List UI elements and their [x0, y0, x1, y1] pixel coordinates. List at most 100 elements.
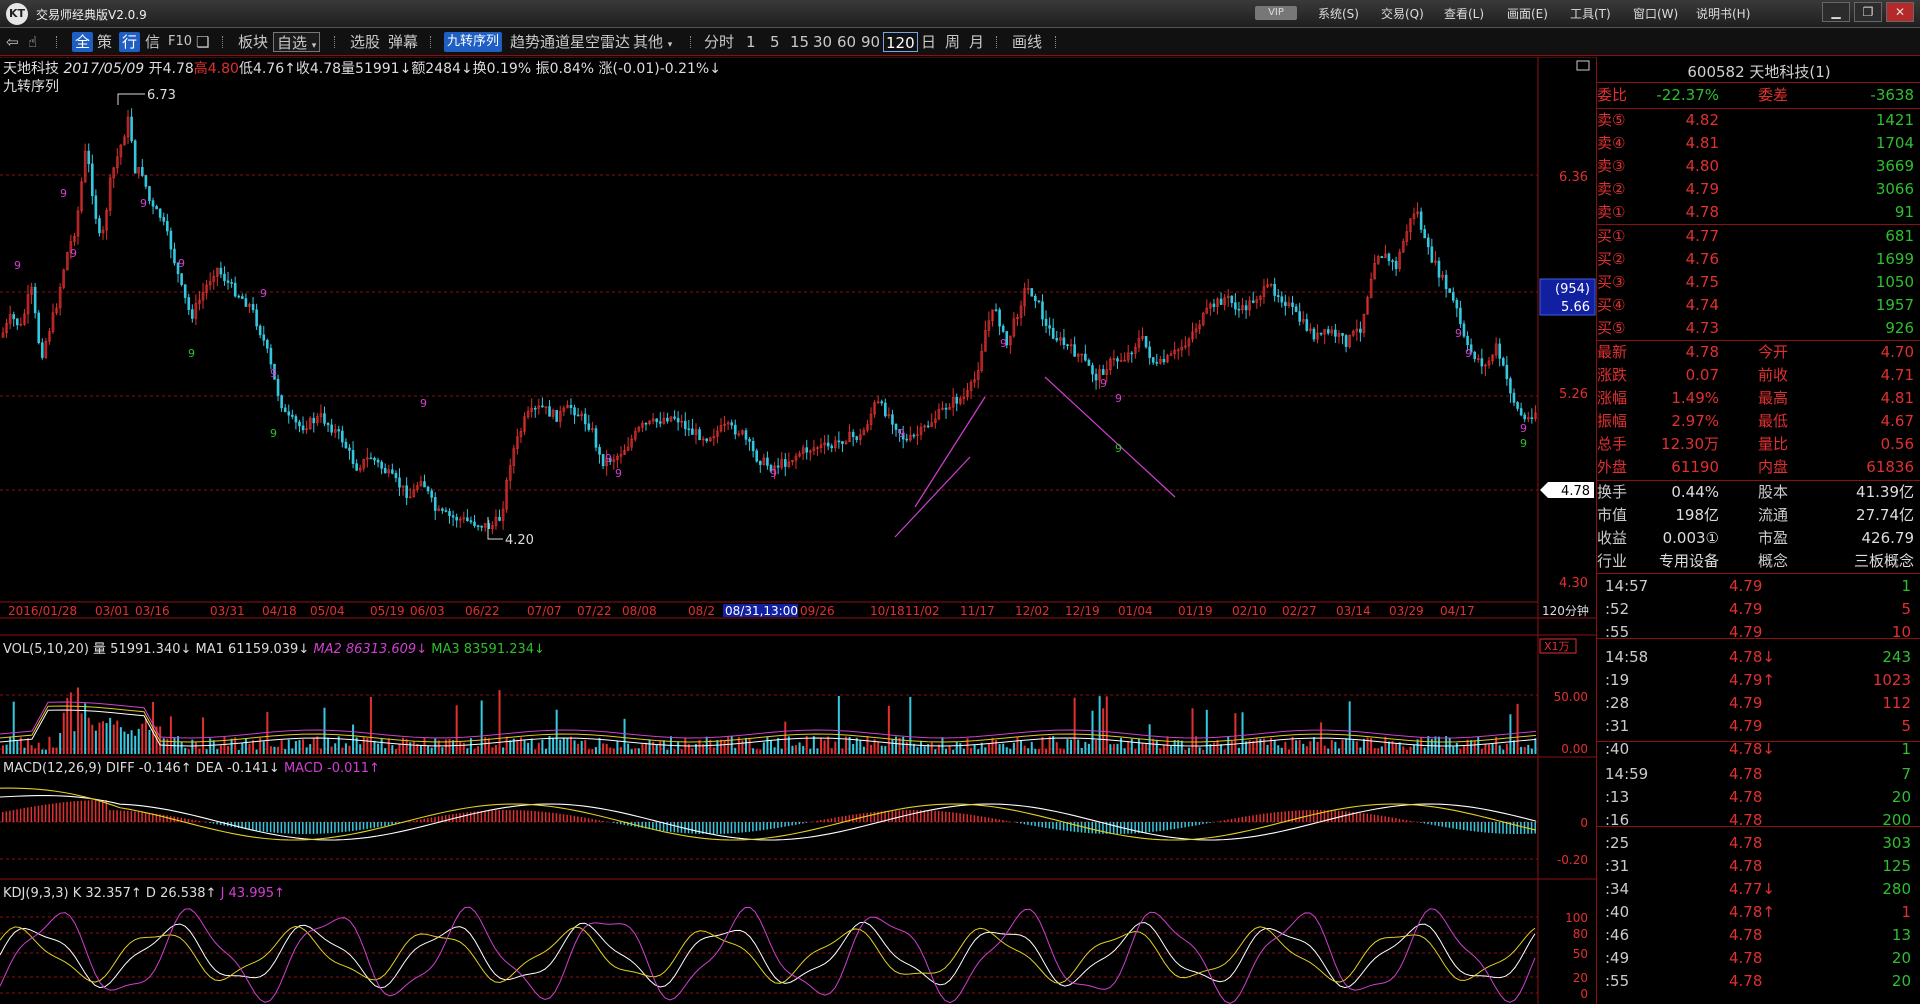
back-icon[interactable]: ⇦ — [6, 32, 19, 52]
nine-turn-button[interactable]: 九转序列 — [444, 32, 503, 52]
other-menu[interactable]: 其他 ▾ — [633, 32, 672, 52]
stock-screener-button[interactable]: 选股 — [350, 32, 380, 52]
kline-chart-canvas[interactable]: 6.365.264.30(954)5.664.786.734.209999999… — [0, 57, 1596, 1004]
candle-body — [298, 421, 301, 427]
tick-time: :13 — [1605, 788, 1630, 806]
volume-bar — [77, 687, 80, 754]
sector-button[interactable]: 板块 — [238, 32, 268, 52]
macd-bar — [830, 818, 833, 822]
macd-bar — [837, 816, 840, 822]
period-day[interactable]: 日 — [921, 32, 936, 52]
volume-bar — [1427, 736, 1430, 754]
macd-bar — [177, 817, 179, 822]
volume-bar — [1212, 742, 1215, 754]
trend-channel-button[interactable]: 趋势通道 — [510, 32, 570, 52]
restore-icon[interactable]: ❐ — [1854, 2, 1882, 22]
quick-all-button[interactable]: 全 — [72, 32, 94, 52]
tick-price: 4.79 — [1729, 717, 1763, 735]
period-90[interactable]: 90 — [861, 32, 880, 52]
nine-turn-marker: 9 — [1115, 442, 1122, 455]
period-5[interactable]: 5 — [770, 32, 780, 52]
macd-bar — [1252, 815, 1254, 822]
period-120[interactable]: 120 — [883, 32, 918, 52]
period-month[interactable]: 月 — [969, 32, 984, 52]
period-30[interactable]: 30 — [813, 32, 832, 52]
menu-help[interactable]: 说明书(H) — [1696, 5, 1759, 22]
candle-body — [1480, 358, 1484, 367]
menu-trade[interactable]: 交易(Q) — [1381, 5, 1444, 22]
period-week[interactable]: 周 — [945, 32, 960, 52]
macd-bar — [1395, 818, 1397, 822]
f10-button[interactable]: F10 — [168, 32, 192, 52]
macd-bar — [30, 806, 33, 822]
minimize-icon[interactable]: ▁ — [1822, 2, 1850, 22]
macd-bar — [1202, 822, 1204, 825]
volume-bar — [27, 738, 30, 754]
volume-bar — [1384, 736, 1387, 754]
candle-body — [1344, 335, 1348, 347]
menu-screen[interactable]: 画面(E) — [1507, 5, 1570, 22]
macd-bar — [766, 822, 768, 830]
candle-body — [280, 395, 283, 409]
stat-label: 最低 — [1758, 412, 1789, 430]
candle-body — [805, 447, 809, 453]
candle-body — [444, 510, 448, 512]
stat-row: 涨幅 1.49% 最高 4.81 — [1597, 387, 1920, 410]
volume-bar — [323, 707, 326, 754]
menu-system[interactable]: 系统(S) — [1318, 5, 1381, 22]
candle-body — [658, 421, 662, 424]
volume-bar — [1237, 747, 1240, 754]
period-60[interactable]: 60 — [837, 32, 856, 52]
separator — [56, 36, 58, 48]
volume-bar — [966, 738, 969, 754]
menu-tools[interactable]: 工具(T) — [1570, 5, 1633, 22]
hand-icon[interactable]: ☝ — [28, 32, 37, 52]
draw-line-button[interactable]: 画线 — [1012, 32, 1042, 52]
quick-strategy-button[interactable]: 策 — [97, 32, 112, 52]
volume-bar — [280, 740, 283, 754]
star-radar-button[interactable]: 星空雷达 — [570, 32, 630, 52]
candle-body — [598, 447, 601, 455]
candle-body — [748, 439, 751, 442]
macd-bar — [1030, 822, 1033, 826]
quick-quote-button[interactable]: 行 — [119, 32, 141, 52]
macd-bar — [1348, 811, 1351, 822]
stat-value: 4.81 — [1880, 389, 1914, 407]
macd-bar — [1220, 820, 1222, 822]
volume-bar — [119, 727, 122, 754]
copy-icon[interactable]: ❏ — [196, 32, 209, 52]
close-icon[interactable]: ✕ — [1886, 2, 1914, 22]
volume-bar — [734, 747, 737, 754]
menu-view[interactable]: 查看(L) — [1444, 5, 1507, 22]
volume-bar — [369, 696, 372, 754]
intraday-button[interactable]: 分时 — [704, 32, 734, 52]
macd-bar — [566, 814, 568, 822]
tick-row: :49 4.78 20 — [1597, 947, 1920, 970]
watchlist-select[interactable]: 自选 ▾ — [273, 32, 321, 52]
volume-bar — [30, 745, 33, 754]
nine-turn-marker: 9 — [420, 397, 427, 410]
candle-body — [1516, 402, 1519, 409]
barrage-button[interactable]: 弹幕 — [388, 32, 418, 52]
macd-bar — [962, 813, 965, 822]
vip-badge[interactable]: VIP — [1255, 6, 1297, 20]
quick-info-button[interactable]: 信 — [145, 32, 160, 52]
volume-bar — [162, 738, 165, 754]
candle-body — [1162, 358, 1166, 363]
candle-body — [884, 402, 887, 417]
date-axis-label: 06/03 — [410, 604, 445, 618]
macd-bar — [291, 822, 293, 834]
period-15[interactable]: 15 — [790, 32, 809, 52]
volume-bar — [1473, 741, 1476, 754]
volume-bar — [1395, 743, 1398, 754]
candle-body — [1087, 359, 1091, 366]
volume-bar — [505, 736, 508, 754]
macd-bar — [1380, 815, 1383, 822]
high-annotation: 6.73 — [147, 88, 176, 103]
period-1[interactable]: 1 — [746, 32, 756, 52]
chart-area[interactable]: 6.36 5.26 4.30 (954) 5.66 4.78 6.73 4.20 9 9 9 9 9 9 9… — [0, 57, 1596, 1004]
candle-body — [498, 516, 501, 521]
candle-body — [430, 490, 433, 498]
macd-bar — [1295, 810, 1297, 822]
menu-window[interactable]: 窗口(W) — [1633, 5, 1696, 22]
